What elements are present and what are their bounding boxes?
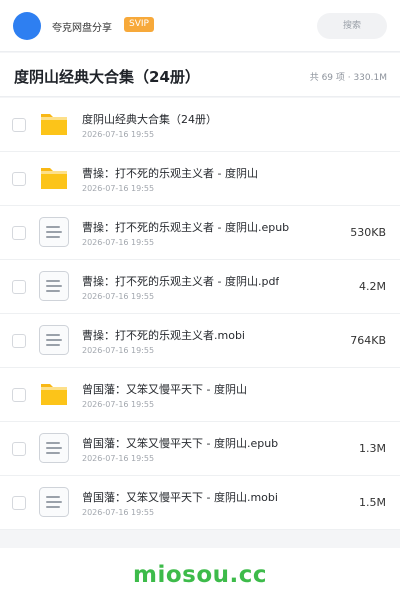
row-checkbox[interactable] [12, 388, 26, 402]
folder-titlebar: 度阴山经典大合集（24册） 共 69 项 · 330.1M [0, 53, 400, 97]
document-icon [38, 324, 70, 356]
row-checkbox[interactable] [12, 226, 26, 240]
file-row[interactable]: 曹操：打不死的乐观主义者 - 度阴山.epub 2026-07-16 19:55 5… [0, 206, 400, 260]
row-checkbox[interactable] [12, 442, 26, 456]
file-name[interactable]: 曹操：打不死的乐观主义者 - 度阴山.pdf [82, 273, 279, 289]
file-name[interactable]: 曹操：打不死的乐观主义者.mobi [82, 327, 245, 343]
row-checkbox[interactable] [12, 172, 26, 186]
top-header: 夸克网盘分享 SVIP 搜索 [0, 0, 400, 52]
document-icon [38, 216, 70, 248]
document-icon [38, 270, 70, 302]
avatar[interactable] [13, 12, 41, 40]
document-icon [38, 432, 70, 464]
folder-icon [38, 162, 70, 194]
file-name[interactable]: 度阴山经典大合集（24册） [82, 111, 217, 127]
file-date: 2026-07-16 19:55 [82, 508, 155, 517]
folder-icon [38, 108, 70, 140]
app-name: 夸克网盘分享 [52, 23, 112, 34]
file-size: 1.3M [359, 442, 386, 455]
svip-badge: SVIP [124, 17, 154, 32]
file-date: 2026-07-16 19:55 [82, 400, 155, 409]
file-date: 2026-07-16 19:55 [82, 184, 155, 193]
file-name[interactable]: 曾国藩：又笨又慢平天下 - 度阴山.epub [82, 435, 278, 451]
file-list: 度阴山经典大合集（24册） 2026-07-16 19:55 曹操：打不死的乐观主义… [0, 98, 400, 530]
row-checkbox[interactable] [12, 334, 26, 348]
file-name[interactable]: 曾国藩：又笨又慢平天下 - 度阴山.mobi [82, 489, 278, 505]
row-checkbox[interactable] [12, 280, 26, 294]
page-title: 度阴山经典大合集（24册） [14, 68, 200, 86]
search-input[interactable]: 搜索 [317, 13, 387, 39]
file-date: 2026-07-16 19:55 [82, 454, 155, 463]
row-checkbox[interactable] [12, 496, 26, 510]
file-row[interactable]: 曹操：打不死的乐观主义者 - 度阴山.pdf 2026-07-16 19:55 4.… [0, 260, 400, 314]
file-row[interactable]: 曾国藩：又笨又慢平天下 - 度阴山.mobi 2026-07-16 19:55 1.… [0, 476, 400, 530]
file-row[interactable]: 曹操：打不死的乐观主义者.mobi 2026-07-16 19:55 764KB [0, 314, 400, 368]
watermark: miosou.cc [132, 562, 268, 588]
file-name[interactable]: 曹操：打不死的乐观主义者 - 度阴山.epub [82, 219, 289, 235]
file-date: 2026-07-16 19:55 [82, 238, 155, 247]
folder-icon [38, 378, 70, 410]
file-size: 530KB [350, 226, 386, 239]
file-date: 2026-07-16 19:55 [82, 292, 155, 301]
file-date: 2026-07-16 19:55 [82, 130, 155, 139]
file-size: 764KB [350, 334, 386, 347]
file-name[interactable]: 曾国藩：又笨又慢平天下 - 度阴山 [82, 381, 247, 397]
file-row[interactable]: 曹操：打不死的乐观主义者 - 度阴山 2026-07-16 19:55 [0, 152, 400, 206]
folder-meta: 共 69 项 · 330.1M [309, 73, 387, 83]
file-size: 4.2M [359, 280, 386, 293]
file-row[interactable]: 曾国藩：又笨又慢平天下 - 度阴山.epub 2026-07-16 19:55 1.… [0, 422, 400, 476]
file-name[interactable]: 曹操：打不死的乐观主义者 - 度阴山 [82, 165, 258, 181]
file-row[interactable]: 度阴山经典大合集（24册） 2026-07-16 19:55 [0, 98, 400, 152]
row-checkbox[interactable] [12, 118, 26, 132]
document-icon [38, 486, 70, 518]
file-size: 1.5M [359, 496, 386, 509]
file-row[interactable]: 曾国藩：又笨又慢平天下 - 度阴山 2026-07-16 19:55 [0, 368, 400, 422]
file-date: 2026-07-16 19:55 [82, 346, 155, 355]
